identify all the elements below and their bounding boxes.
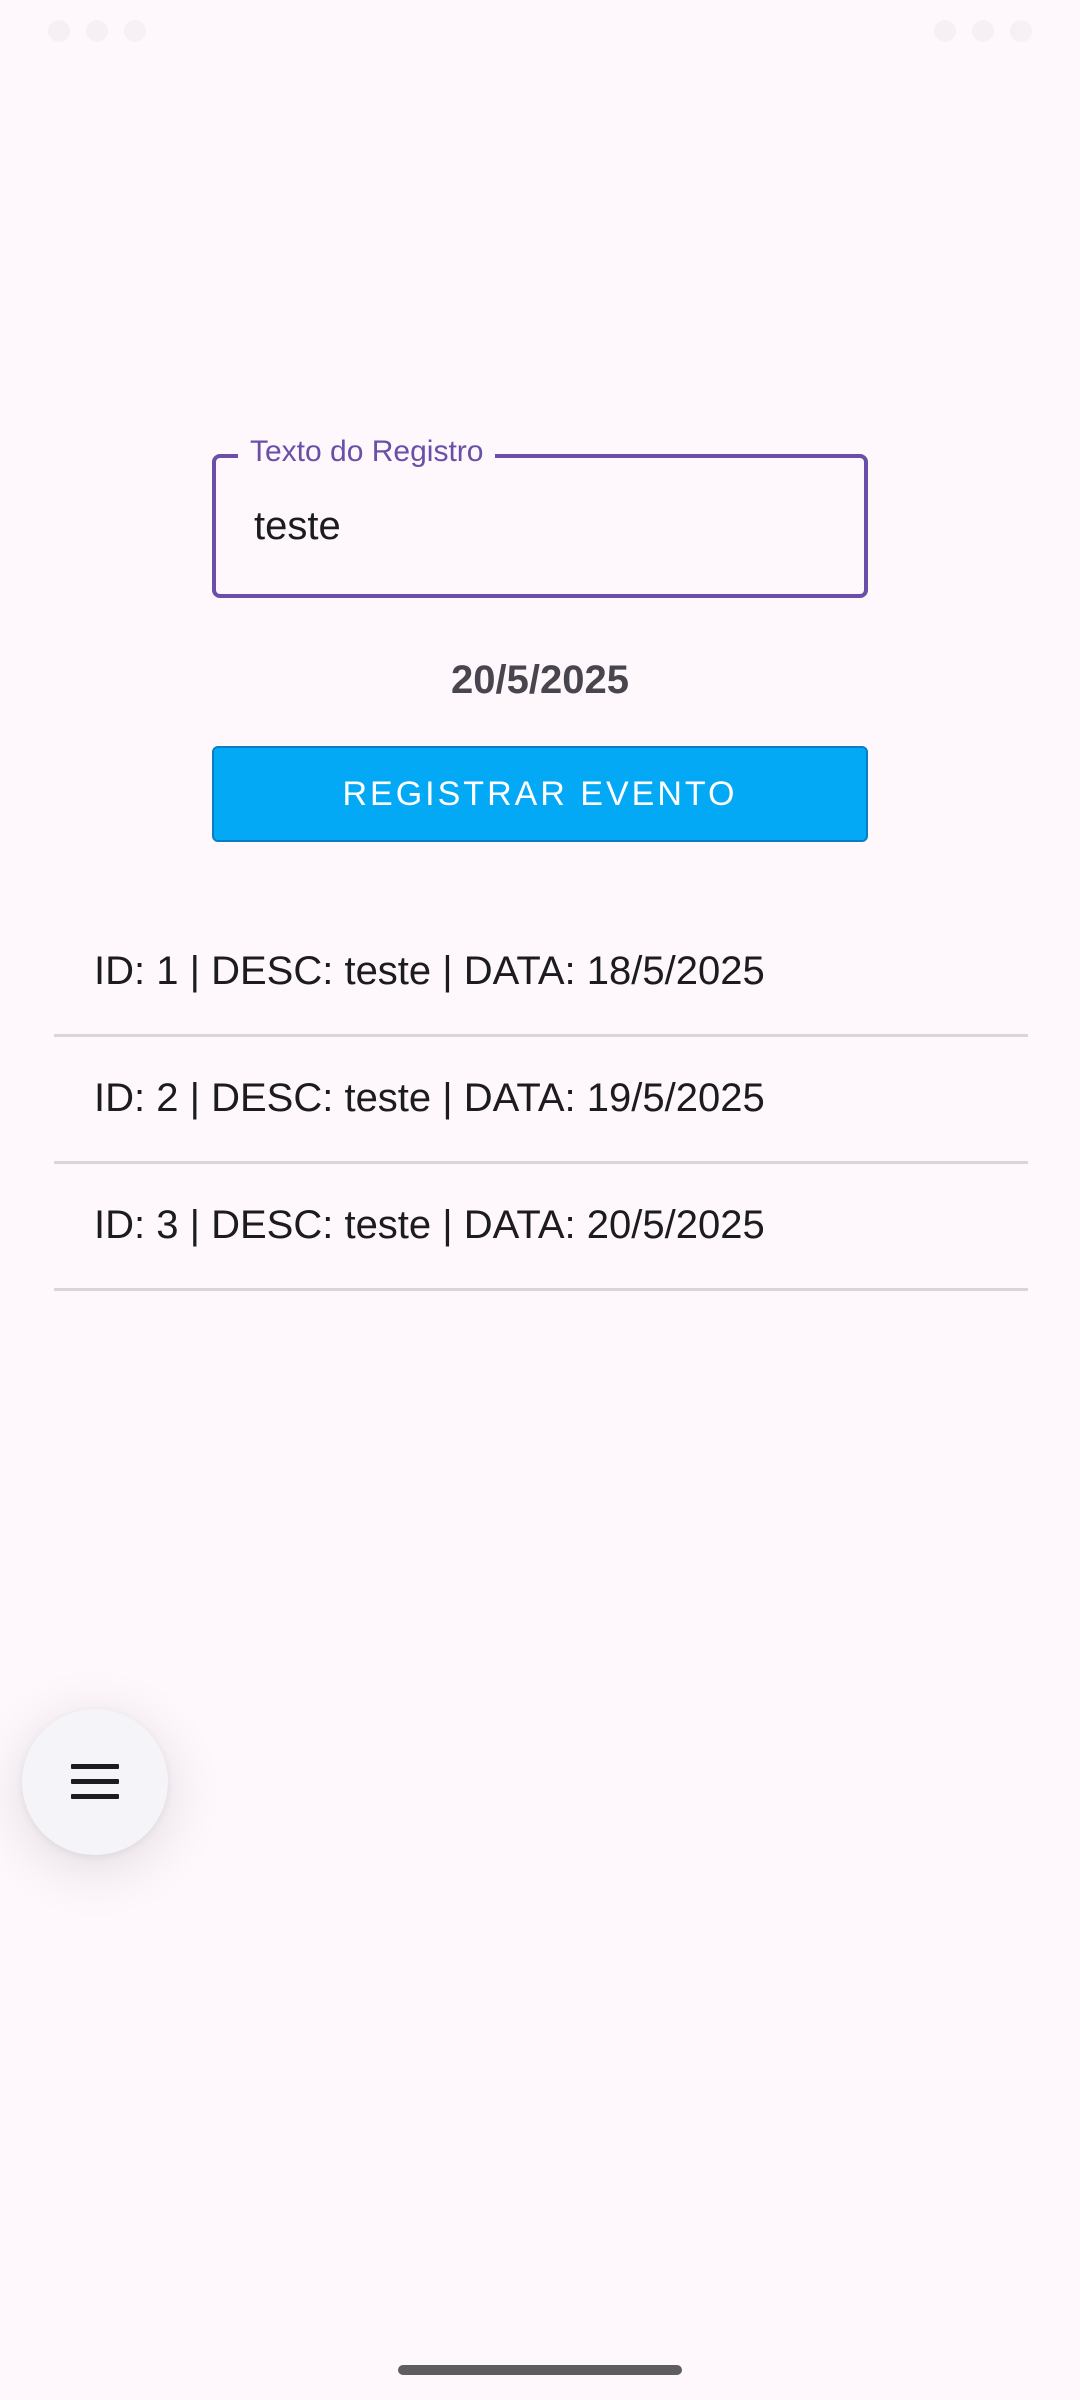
status-dot [124, 20, 146, 42]
list-item-text: ID: 2 | DESC: teste | DATA: 19/5/2025 [94, 1076, 765, 1120]
status-dot [86, 20, 108, 42]
status-dot [48, 20, 70, 42]
status-dot [934, 20, 956, 42]
status-dot [972, 20, 994, 42]
list-item[interactable]: ID: 2 | DESC: teste | DATA: 19/5/2025 [54, 1037, 1028, 1164]
list-item-text: ID: 3 | DESC: teste | DATA: 20/5/2025 [94, 1203, 765, 1247]
list-item-text: ID: 1 | DESC: teste | DATA: 18/5/2025 [94, 949, 765, 993]
list-item[interactable]: ID: 1 | DESC: teste | DATA: 18/5/2025 [54, 910, 1028, 1037]
selected-date[interactable]: 20/5/2025 [0, 652, 1080, 708]
menu-fab-button[interactable] [22, 1709, 168, 1855]
status-icons-right [934, 20, 1032, 42]
status-dot [1010, 20, 1032, 42]
home-indicator[interactable] [398, 2365, 682, 2375]
registro-text-field[interactable]: Texto do Registro [212, 432, 868, 598]
registro-field-label: Texto do Registro [238, 432, 496, 472]
register-event-button[interactable]: REGISTRAR EVENTO [212, 746, 868, 842]
status-bar [0, 0, 1080, 64]
event-list: ID: 1 | DESC: teste | DATA: 18/5/2025 ID… [54, 910, 1028, 1291]
list-item[interactable]: ID: 3 | DESC: teste | DATA: 20/5/2025 [54, 1164, 1028, 1291]
status-icons-left [48, 20, 146, 42]
menu-icon [71, 1764, 119, 1800]
registro-input[interactable] [254, 498, 824, 554]
